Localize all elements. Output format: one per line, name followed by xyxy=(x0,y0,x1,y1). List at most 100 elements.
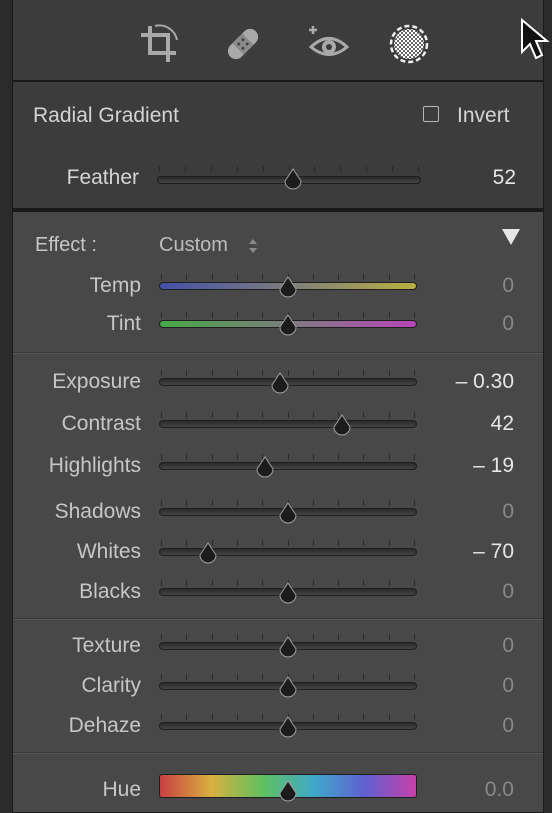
slider-tick xyxy=(212,412,213,418)
highlights-slider-thumb[interactable] xyxy=(255,456,275,480)
slider-tick xyxy=(212,500,213,506)
slider-tick xyxy=(338,714,339,720)
clarity-label: Clarity xyxy=(81,674,141,697)
healing-tool-button[interactable] xyxy=(221,22,265,66)
collapse-triangle-icon[interactable] xyxy=(501,228,521,246)
slider-tick xyxy=(389,540,390,546)
blacks-slider-thumb[interactable] xyxy=(278,582,298,606)
shadows-value: 0 xyxy=(502,500,514,523)
slider-tick xyxy=(237,412,238,418)
slider-tick xyxy=(159,166,160,172)
slider-tick xyxy=(237,500,238,506)
temp-slider-thumb[interactable] xyxy=(278,276,298,300)
crop-tool-button[interactable] xyxy=(137,22,181,66)
contrast-value: 42 xyxy=(490,412,514,435)
tint-value: 0 xyxy=(502,312,514,335)
slider-tick xyxy=(389,370,390,376)
slider-tick xyxy=(212,634,213,640)
whites-label: Whites xyxy=(76,540,141,563)
slider-tick xyxy=(186,454,187,460)
contrast-slider-track[interactable] xyxy=(159,420,417,428)
slider-tick xyxy=(340,166,341,172)
effect-preset-select[interactable]: Custom xyxy=(159,234,228,257)
slider-tick xyxy=(313,412,314,418)
feather-slider-thumb[interactable] xyxy=(283,168,303,192)
slider-tick xyxy=(392,166,393,172)
radial-gradient-panel: Radial Gradient Invert Feather 52 xyxy=(12,82,544,210)
slider-tick xyxy=(389,500,390,506)
slider-tick xyxy=(161,412,162,418)
slider-tick xyxy=(237,540,238,546)
slider-tick xyxy=(363,312,364,318)
slider-tick xyxy=(363,674,364,680)
slider-tick xyxy=(338,674,339,680)
clarity-slider-thumb[interactable] xyxy=(278,676,298,700)
clarity-value: 0 xyxy=(502,674,514,697)
panel-title: Radial Gradient xyxy=(33,104,179,127)
slider-tick xyxy=(338,312,339,318)
slider-tick xyxy=(186,674,187,680)
section-divider xyxy=(13,752,543,754)
slider-tick xyxy=(389,454,390,460)
slider-tick xyxy=(186,714,187,720)
slider-tick xyxy=(338,370,339,376)
slider-tick xyxy=(161,634,162,640)
slider-tick xyxy=(313,674,314,680)
slider-tick xyxy=(186,500,187,506)
slider-tick xyxy=(389,714,390,720)
slider-tick xyxy=(237,274,238,280)
red-eye-tool-button[interactable] xyxy=(307,22,351,66)
slider-tick xyxy=(338,274,339,280)
slider-tick xyxy=(212,370,213,376)
slider-tick xyxy=(212,454,213,460)
tint-slider-thumb[interactable] xyxy=(278,314,298,338)
slider-tick xyxy=(313,580,314,586)
slider-tick xyxy=(262,312,263,318)
slider-tick xyxy=(237,454,238,460)
highlights-ticks xyxy=(161,454,415,460)
slider-tick xyxy=(237,674,238,680)
slider-tick xyxy=(313,500,314,506)
slider-tick xyxy=(186,312,187,318)
feather-label: Feather xyxy=(66,166,139,189)
slider-tick xyxy=(161,674,162,680)
slider-tick xyxy=(363,580,364,586)
slider-tick xyxy=(389,674,390,680)
crop-icon xyxy=(141,24,178,62)
whites-slider-thumb[interactable] xyxy=(198,542,218,566)
slider-tick xyxy=(161,540,162,546)
shadows-slider-thumb[interactable] xyxy=(278,502,298,526)
radial-mask-tool-button[interactable] xyxy=(387,22,431,66)
slider-tick xyxy=(288,412,289,418)
texture-slider-thumb[interactable] xyxy=(278,636,298,660)
slider-tick xyxy=(161,454,162,460)
slider-tick xyxy=(363,500,364,506)
temp-label: Temp xyxy=(89,274,141,297)
slider-tick xyxy=(262,500,263,506)
exposure-slider-thumb[interactable] xyxy=(270,372,290,396)
slider-tick xyxy=(161,274,162,280)
dehaze-slider-thumb[interactable] xyxy=(278,716,298,740)
slider-tick xyxy=(237,312,238,318)
slider-tick xyxy=(185,166,186,172)
slider-tick xyxy=(389,312,390,318)
contrast-slider-thumb[interactable] xyxy=(332,414,352,438)
hue-label: Hue xyxy=(102,778,141,801)
mouse-pointer-icon xyxy=(521,18,550,60)
hue-value: 0.0 xyxy=(484,778,514,801)
invert-checkbox[interactable] xyxy=(423,106,439,122)
slider-tick xyxy=(313,370,314,376)
slider-tick xyxy=(212,580,213,586)
slider-tick xyxy=(237,370,238,376)
slider-tick xyxy=(161,370,162,376)
slider-tick xyxy=(262,540,263,546)
invert-label: Invert xyxy=(457,104,510,127)
slider-tick xyxy=(313,714,314,720)
hue-slider-thumb[interactable] xyxy=(278,780,298,804)
highlights-slider-track[interactable] xyxy=(159,462,417,470)
slider-tick xyxy=(363,634,364,640)
slider-tick xyxy=(288,454,289,460)
slider-tick xyxy=(212,714,213,720)
slider-tick xyxy=(212,312,213,318)
slider-tick xyxy=(263,166,264,172)
